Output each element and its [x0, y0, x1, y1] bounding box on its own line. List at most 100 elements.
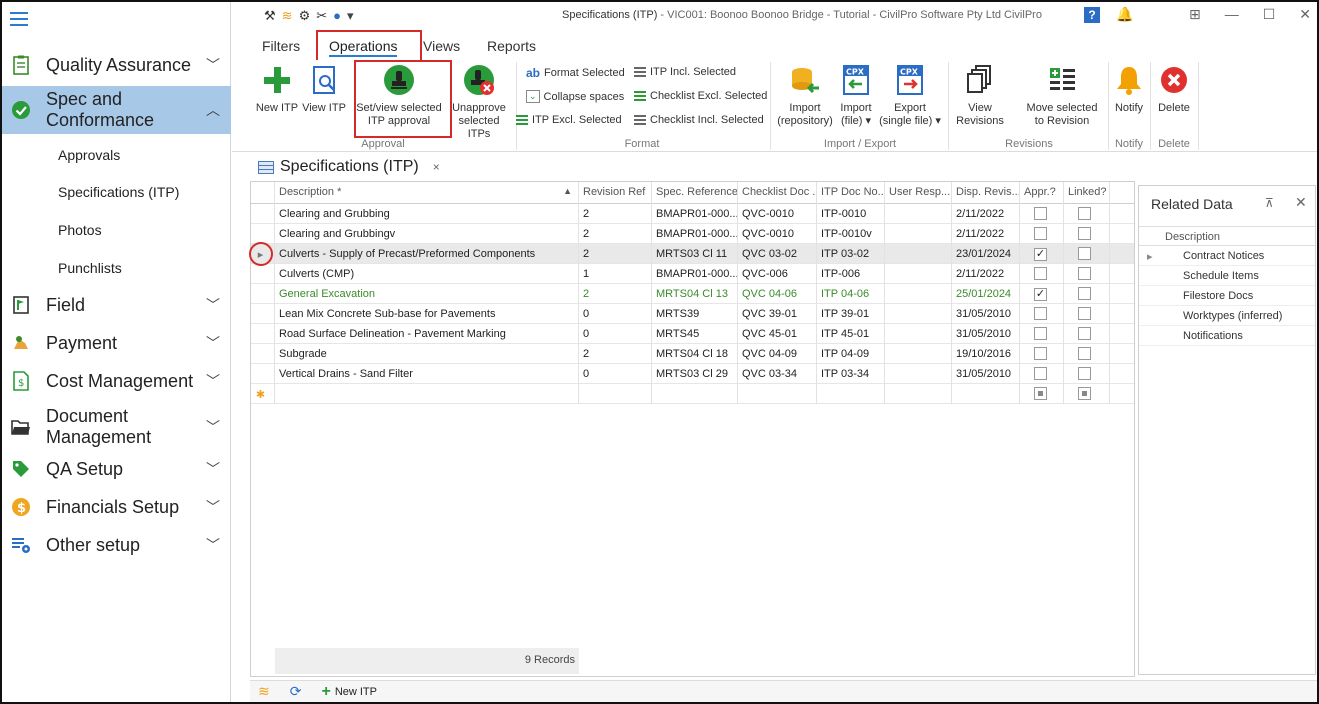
cell-checklist[interactable]: QVC 03-02 [738, 244, 817, 264]
row-indicator[interactable] [251, 324, 275, 344]
nav-quality-assurance[interactable]: Quality Assurance ﹀ [2, 50, 231, 80]
cell-user[interactable] [885, 284, 952, 304]
nav-financials-setup[interactable]: $ Financials Setup ﹀ [2, 492, 231, 522]
chevron-down-icon[interactable]: ▾ [347, 8, 360, 23]
approved-checkbox[interactable] [1034, 347, 1047, 360]
cell-desc[interactable]: Culverts (CMP) [275, 264, 579, 284]
approved-checkbox[interactable]: ✓ [1034, 248, 1047, 261]
table-row[interactable]: Clearing and Grubbingv 2 BMAPR01-000... QVC… [251, 224, 1134, 244]
approved-checkbox[interactable] [1034, 207, 1047, 220]
cell-user[interactable] [885, 304, 952, 324]
related-item[interactable]: Worktypes (inferred) [1139, 306, 1315, 326]
column-header-linked[interactable]: Linked? [1064, 182, 1110, 204]
cell-itp[interactable]: ITP 03-34 [817, 364, 885, 384]
row-indicator[interactable] [251, 264, 275, 284]
table-row[interactable]: Clearing and Grubbing 2 BMAPR01-000... QVC-… [251, 204, 1134, 224]
cell-appr[interactable] [1020, 204, 1064, 224]
subnav-approvals[interactable]: Approvals [58, 147, 120, 163]
linked-checkbox[interactable] [1078, 347, 1091, 360]
cell-disp[interactable]: 31/05/2010 [952, 304, 1020, 324]
column-header-approved[interactable]: Appr.? [1020, 182, 1064, 204]
cell-linked[interactable] [1064, 224, 1110, 244]
cell-checklist[interactable]: QVC 04-09 [738, 344, 817, 364]
cell-spec[interactable]: MRTS03 Cl 11 [652, 244, 738, 264]
move-selected-to-revision-button[interactable]: Move selected to Revision [1022, 64, 1102, 128]
row-indicator[interactable] [251, 304, 275, 324]
cell-user[interactable] [885, 224, 952, 244]
cell-appr[interactable] [1020, 324, 1064, 344]
approved-checkbox[interactable] [1034, 227, 1047, 240]
cell-appr[interactable] [1020, 344, 1064, 364]
cell-desc[interactable]: Clearing and Grubbing [275, 204, 579, 224]
column-header-revision-ref[interactable]: Revision Ref [579, 182, 652, 204]
subnav-specifications-itp[interactable]: Specifications (ITP) [58, 184, 179, 200]
cell-checklist[interactable]: QVC-006 [738, 264, 817, 284]
close-panel-icon[interactable]: ✕ [1295, 194, 1307, 211]
approved-checkbox[interactable] [1034, 327, 1047, 340]
cell-desc[interactable]: Vertical Drains - Sand Filter [275, 364, 579, 384]
cell-itp[interactable]: ITP 04-09 [817, 344, 885, 364]
quick-access-toolbar[interactable]: ⚒≋⚙✂●▾ [264, 8, 360, 24]
delete-button[interactable]: Delete [1156, 64, 1192, 115]
nav-cost-management[interactable]: $ Cost Management ﹀ [2, 366, 231, 396]
column-header-description[interactable]: Description * ▲ [275, 182, 579, 204]
expand-arrow-icon[interactable]: ▸ [1147, 250, 1153, 263]
linked-checkbox[interactable] [1078, 287, 1091, 300]
cell-spec[interactable]: BMAPR01-000... [652, 264, 738, 284]
tab-filters[interactable]: Filters [262, 38, 300, 54]
cell-appr[interactable]: ✓ [1020, 284, 1064, 304]
approved-checkbox[interactable] [1034, 267, 1047, 280]
format-selected-button[interactable]: ab Format Selected [526, 66, 625, 80]
cell-desc[interactable]: Culverts - Supply of Precast/Preformed C… [275, 244, 579, 264]
row-indicator[interactable] [251, 284, 275, 304]
cell-itp[interactable]: ITP 45-01 [817, 324, 885, 344]
cell-linked[interactable] [1064, 284, 1110, 304]
cell-itp[interactable]: ITP 04-06 [817, 284, 885, 304]
linked-checkbox[interactable] [1078, 267, 1091, 280]
collapse-spaces-button[interactable]: ⌄ Collapse spaces [526, 90, 624, 103]
column-header-user-resp[interactable]: User Resp... [885, 182, 952, 204]
table-row[interactable]: Culverts (CMP) 1 BMAPR01-000... QVC-006 ITP-… [251, 264, 1134, 284]
related-item[interactable]: Notifications [1139, 326, 1315, 346]
user-tools-icon[interactable]: ⚙ [299, 8, 317, 23]
nav-document-management[interactable]: Document Management ﹀ [2, 404, 231, 450]
linked-checkbox[interactable] [1078, 367, 1091, 380]
approved-checkbox[interactable]: ✓ [1034, 288, 1047, 301]
tab-reports[interactable]: Reports [487, 38, 536, 54]
approved-checkbox[interactable] [1034, 307, 1047, 320]
cell-disp[interactable]: 31/05/2010 [952, 364, 1020, 384]
nav-field[interactable]: Field ﹀ [2, 290, 231, 320]
new-row-cell[interactable] [579, 384, 652, 404]
nav-payment[interactable]: Payment ﹀ [2, 328, 231, 358]
cell-rev[interactable]: 2 [579, 224, 652, 244]
row-indicator[interactable] [251, 364, 275, 384]
cell-checklist[interactable]: QVC 04-06 [738, 284, 817, 304]
new-row-approved-cell[interactable] [1020, 384, 1064, 404]
cell-user[interactable] [885, 364, 952, 384]
notify-button[interactable]: Notify [1112, 64, 1146, 115]
cell-spec[interactable]: BMAPR01-000... [652, 204, 738, 224]
new-row-cell[interactable] [738, 384, 817, 404]
cell-disp[interactable]: 2/11/2022 [952, 204, 1020, 224]
cell-appr[interactable] [1020, 224, 1064, 244]
new-itp-bottom-button[interactable]: + New ITP [321, 683, 377, 701]
cell-rev[interactable]: 2 [579, 204, 652, 224]
close-icon[interactable]: ✕ [1299, 6, 1311, 23]
cell-appr[interactable] [1020, 364, 1064, 384]
subnav-photos[interactable]: Photos [58, 222, 102, 238]
cell-spec[interactable]: MRTS03 Cl 29 [652, 364, 738, 384]
cell-linked[interactable] [1064, 264, 1110, 284]
cell-rev[interactable]: 1 [579, 264, 652, 284]
cell-linked[interactable] [1064, 244, 1110, 264]
cell-linked[interactable] [1064, 344, 1110, 364]
table-row[interactable]: Road Surface Delineation - Pavement Mark… [251, 324, 1134, 344]
cell-checklist[interactable]: QVC 45-01 [738, 324, 817, 344]
cell-disp[interactable]: 19/10/2016 [952, 344, 1020, 364]
cell-linked[interactable] [1064, 304, 1110, 324]
cell-disp[interactable]: 25/01/2024 [952, 284, 1020, 304]
tab-views[interactable]: Views [423, 38, 460, 54]
cell-spec[interactable]: MRTS39 [652, 304, 738, 324]
related-item[interactable]: Filestore Docs [1139, 286, 1315, 306]
restore-layout-icon[interactable]: ⊞ [1189, 6, 1201, 23]
checklist-excl-selected-button[interactable]: Checklist Excl. Selected [634, 90, 767, 102]
